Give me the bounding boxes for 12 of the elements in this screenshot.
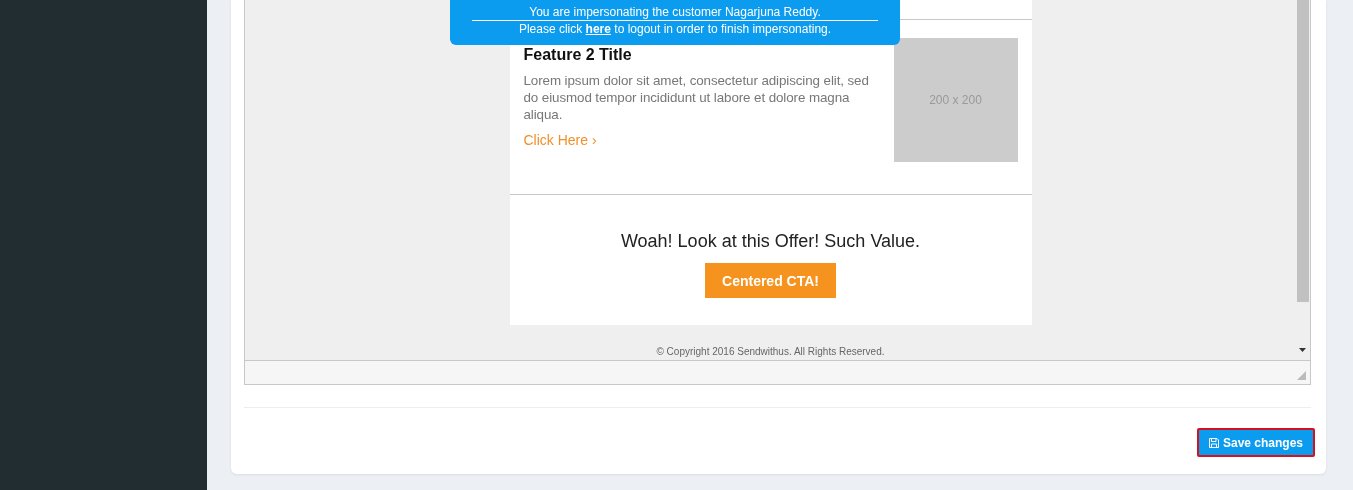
- scroll-down-icon[interactable]: [1299, 348, 1306, 352]
- click-here-link[interactable]: Click Here ›: [523, 132, 597, 148]
- impersonation-message: You are impersonating the customer Nagarjuna Reddy.: [472, 5, 878, 21]
- logout-instruction: Please click here to logout in order to finish impersonating.: [517, 21, 833, 37]
- copyright-text: © Copyright 2016 Sendwithus. All Rights Reserved.: [656, 346, 885, 357]
- save-changes-button[interactable]: Save changes: [1196, 428, 1315, 457]
- here-link[interactable]: here: [585, 22, 611, 36]
- resize-grip-icon[interactable]: [1297, 371, 1306, 380]
- offer-heading: Woah! Look at this Offer! Such Value.: [620, 231, 921, 252]
- cta-button[interactable]: Centered CTA!: [705, 263, 836, 298]
- feature-text: Lorem ipsum dolor sit amet, consectetur adipiscing elit, sed do eiusmod tempor incididunt ut labore et dolore magna aliqua.: [523, 72, 870, 123]
- feature-title: Feature 2 Title: [523, 46, 633, 64]
